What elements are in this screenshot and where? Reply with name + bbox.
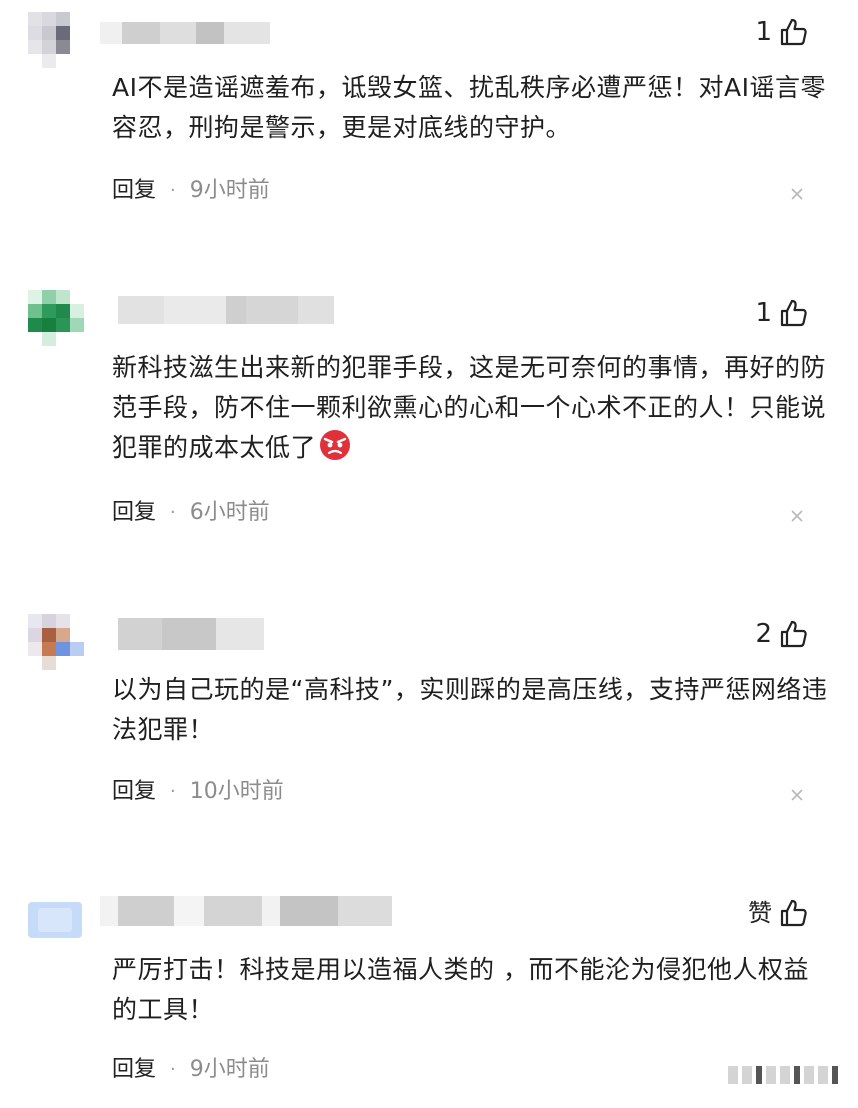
username-blurred[interactable] [100, 896, 392, 926]
close-icon[interactable] [790, 788, 804, 802]
comment-time: 9小时前 [189, 178, 270, 203]
comment-meta: 回复 · 9小时前 [112, 176, 270, 206]
reply-button[interactable]: 回复 [112, 176, 156, 206]
like-button[interactable]: 1 [755, 15, 808, 49]
comment-text: 新科技滋生出来新的犯罪手段，这是无可奈何的事情，再好的防范手段，防不住一颗利欲熏… [112, 348, 828, 468]
close-icon[interactable] [790, 187, 804, 201]
comment-text: AI不是造谣遮羞布，诋毁女篮、扰乱秩序必遭严惩！对AI谣言零容忍，刑拘是警示，更… [112, 73, 826, 142]
like-count: 1 [755, 17, 772, 47]
reply-button[interactable]: 回复 [112, 1055, 156, 1085]
avatar[interactable] [28, 902, 84, 940]
like-button[interactable]: 1 [755, 296, 808, 330]
username-blurred[interactable] [100, 22, 270, 44]
watermark-strip [728, 1066, 838, 1084]
username-blurred[interactable] [118, 296, 334, 324]
thumbs-up-icon [780, 18, 807, 46]
separator-dot: · [170, 502, 176, 523]
comment-meta: 回复 · 9小时前 [112, 1055, 270, 1085]
reply-button[interactable]: 回复 [112, 777, 156, 807]
avatar[interactable] [28, 290, 84, 346]
like-button[interactable]: 2 [755, 617, 808, 651]
comment-text: 严厉打击！科技是用以造福人类的 ，而不能沦为侵犯他人权益的工具！ [112, 955, 809, 1024]
thumbs-up-icon [780, 899, 807, 927]
separator-dot: · [170, 1059, 176, 1080]
close-icon[interactable] [790, 509, 804, 523]
thumbs-up-icon [780, 620, 807, 648]
comment-time: 9小时前 [189, 1057, 270, 1082]
separator-dot: · [170, 781, 176, 802]
like-button[interactable]: 赞 [748, 896, 808, 930]
comment-meta: 回复 · 6小时前 [112, 498, 270, 528]
angry-face-emoji [320, 430, 351, 460]
avatar[interactable] [28, 614, 84, 670]
comment-text-body: 新科技滋生出来新的犯罪手段，这是无可奈何的事情，再好的防范手段，防不住一颗利欲熏… [112, 353, 827, 462]
like-count: 1 [755, 298, 772, 328]
separator-dot: · [170, 180, 176, 201]
username-blurred[interactable] [118, 618, 264, 650]
avatar[interactable] [28, 12, 84, 68]
thumbs-up-icon [780, 299, 807, 327]
comment-time: 10小时前 [189, 779, 284, 804]
reply-button[interactable]: 回复 [112, 498, 156, 528]
like-count: 2 [755, 619, 772, 649]
comment-time: 6小时前 [189, 500, 270, 525]
comment-meta: 回复 · 10小时前 [112, 777, 284, 807]
like-label: 赞 [748, 899, 772, 927]
comment-text: 以为自己玩的是“高科技”，实则踩的是高压线，支持严惩网络违法犯罪！ [112, 675, 828, 744]
